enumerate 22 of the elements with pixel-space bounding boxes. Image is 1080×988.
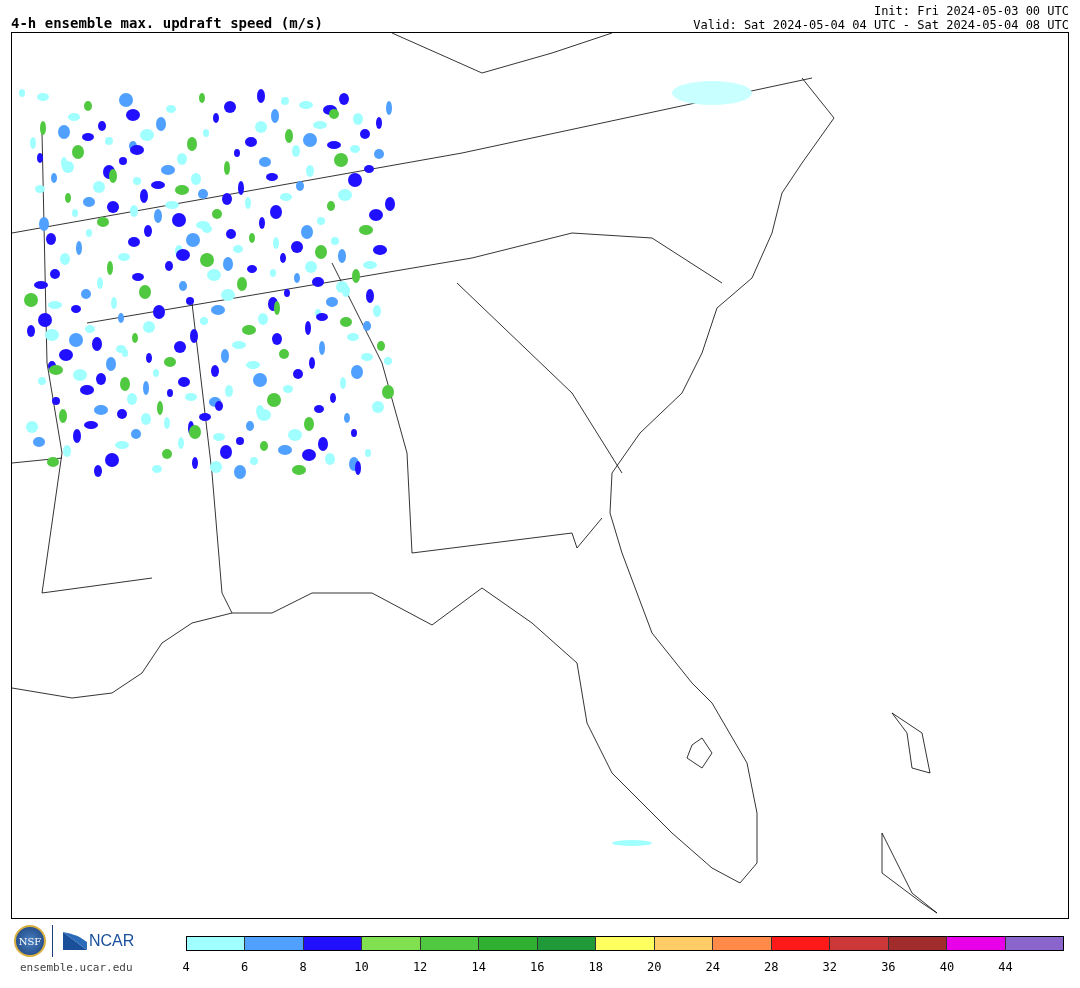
tick-label: 8 — [299, 960, 307, 974]
tick-label: 12 — [412, 960, 428, 974]
tick-label: 40 — [939, 960, 955, 974]
logo-badge: NSF — [14, 925, 46, 957]
wave-icon — [63, 932, 87, 950]
init-time: Init: Fri 2024-05-03 00 UTC — [872, 4, 1069, 18]
tick-label: 32 — [822, 960, 838, 974]
tick-label: 28 — [764, 960, 779, 974]
tick-label: 20 — [647, 960, 662, 974]
tick-label: 18 — [588, 960, 603, 974]
tick-label: 10 — [354, 960, 369, 974]
chart-title: 4-h ensemble max. updraft speed (m/s) — [11, 15, 323, 31]
tick-label: 24 — [705, 960, 720, 974]
tick-label: 6 — [240, 960, 249, 974]
tick-label: 36 — [881, 960, 896, 974]
logo-text: NCAR — [89, 932, 135, 950]
tick-label: 14 — [471, 960, 486, 974]
tick-label: 16 — [529, 960, 545, 974]
tick-label: 44 — [998, 960, 1013, 974]
valid-time: Valid: Sat 2024-05-04 04 UTC - Sat 2024-05-04 08 UTC — [693, 18, 1069, 32]
tick-label: 4 — [182, 960, 190, 974]
site-url: ensemble.ucar.edu — [19, 961, 134, 974]
